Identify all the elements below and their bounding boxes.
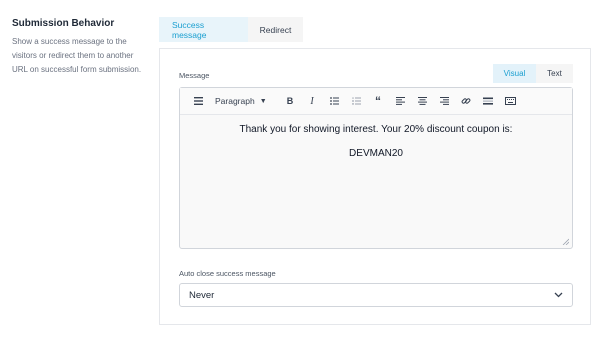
message-line-1: Thank you for showing interest. Your 20%… [239,124,513,135]
success-message-panel: Message Visual Text Paragraph ▼ B I “ Th… [159,48,591,325]
auto-close-select[interactable]: Never [179,283,573,307]
editor-content[interactable]: Thank you for showing interest. Your 20%… [180,115,572,179]
align-left-icon[interactable] [389,91,411,111]
format-select[interactable]: Paragraph ▼ [215,96,275,106]
keyboard-icon[interactable] [499,91,521,111]
editor-toolbar: Paragraph ▼ B I “ [180,88,572,115]
blockquote-icon[interactable]: “ [367,91,389,111]
tab-redirect[interactable]: Redirect [248,17,303,42]
editor-mode-tabs: Visual Text [493,64,573,83]
tab-visual[interactable]: Visual [493,64,536,83]
coupon-code: DEVMAN20 [349,148,403,159]
auto-close-value: Never [189,289,215,301]
resize-handle-icon[interactable] [562,238,569,245]
section-description: Show a success message to the visitors o… [12,37,142,74]
chevron-down-icon [554,292,563,298]
auto-close-label: Auto close success message [179,269,276,278]
format-select-value: Paragraph [215,96,255,106]
tab-text[interactable]: Text [536,64,573,83]
bullet-list-icon[interactable] [323,91,345,111]
tab-success-message[interactable]: Success message [159,17,248,42]
section-title: Submission Behavior [12,18,115,29]
message-label: Message [179,71,210,80]
align-right-icon[interactable] [433,91,455,111]
message-editor: Paragraph ▼ B I “ Thank you for showing … [179,87,573,249]
italic-icon[interactable]: I [301,91,323,111]
horizontal-rule-icon[interactable] [477,91,499,111]
toolbar-toggle-icon[interactable] [187,91,209,111]
bold-icon[interactable]: B [279,91,301,111]
caret-down-icon: ▼ [259,97,267,105]
submission-behavior-section: Submission Behavior Show a success messa… [12,18,142,77]
behavior-tabs: Success message Redirect [159,17,303,42]
link-icon[interactable] [455,91,477,111]
numbered-list-icon[interactable] [345,91,367,111]
align-center-icon[interactable] [411,91,433,111]
